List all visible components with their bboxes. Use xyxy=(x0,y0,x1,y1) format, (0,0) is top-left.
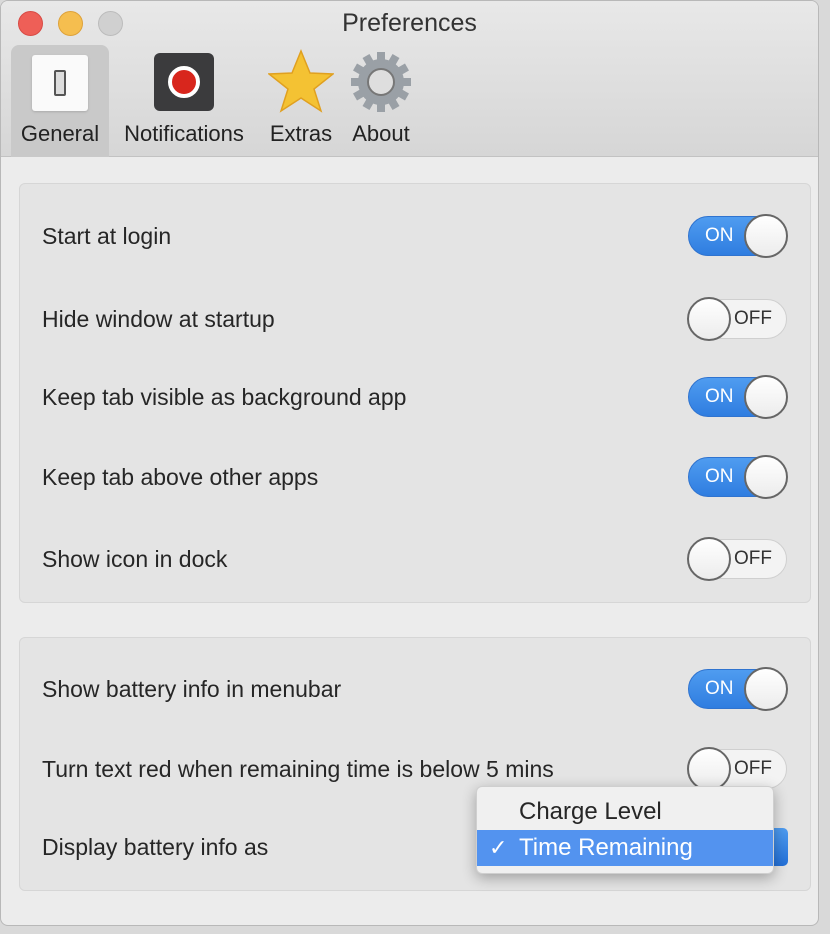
setting-toggle[interactable]: ON xyxy=(688,214,788,258)
tab-extras[interactable]: Extras xyxy=(263,45,339,157)
menu-item-time-remaining[interactable]: ✓ Time Remaining xyxy=(477,830,773,866)
toggle-state: ON xyxy=(705,225,734,246)
setting-label: Keep tab above other apps xyxy=(42,464,319,490)
toggle-state: ON xyxy=(705,678,734,699)
toggle-state: ON xyxy=(705,466,734,487)
setting-toggle[interactable]: ON xyxy=(688,667,788,711)
gear-icon xyxy=(350,51,412,119)
toggle-knob xyxy=(687,297,731,341)
setting-toggle[interactable]: OFF xyxy=(687,537,787,581)
setting-label: Show icon in dock xyxy=(42,546,228,572)
setting-toggle[interactable]: ON xyxy=(688,455,788,499)
star-icon xyxy=(266,49,336,119)
toggle-state: OFF xyxy=(734,548,772,569)
toggle-knob xyxy=(687,537,731,581)
switch-icon xyxy=(32,55,88,111)
setting-toggle[interactable]: ON xyxy=(688,375,788,419)
tab-notifications[interactable]: Notifications xyxy=(115,45,253,157)
window-title: Preferences xyxy=(342,9,477,37)
record-icon xyxy=(154,53,214,111)
setting-label: Start at login xyxy=(42,223,172,249)
toggle-knob xyxy=(744,455,788,499)
tab-about[interactable]: About xyxy=(343,45,419,157)
setting-label: Keep tab visible as background app xyxy=(42,384,407,410)
toggle-state: ON xyxy=(705,386,734,407)
setting-toggle[interactable]: OFF xyxy=(687,297,787,341)
setting-label: Hide window at startup xyxy=(42,306,275,332)
toggle-knob xyxy=(744,667,788,711)
toggle-knob xyxy=(687,747,731,791)
toggle-state: OFF xyxy=(734,308,772,329)
setting-label: Show battery info in menubar xyxy=(42,676,342,702)
setting-label: Turn text red when remaining time is bel… xyxy=(42,756,554,782)
setting-toggle[interactable]: OFF xyxy=(687,747,787,791)
toggle-knob xyxy=(744,214,788,258)
toggle-knob xyxy=(744,375,788,419)
toggle-state: OFF xyxy=(734,758,772,779)
display-battery-label: Display battery info as xyxy=(42,834,269,860)
menu-item-charge-level[interactable]: Charge Level xyxy=(477,794,773,830)
display-battery-dropdown-menu: Charge Level ✓ Time Remaining xyxy=(476,786,774,874)
tab-general[interactable]: General xyxy=(11,45,109,157)
checkmark-icon: ✓ xyxy=(489,835,508,860)
toolbar: Preferences General Notifications Extras… xyxy=(1,1,818,157)
